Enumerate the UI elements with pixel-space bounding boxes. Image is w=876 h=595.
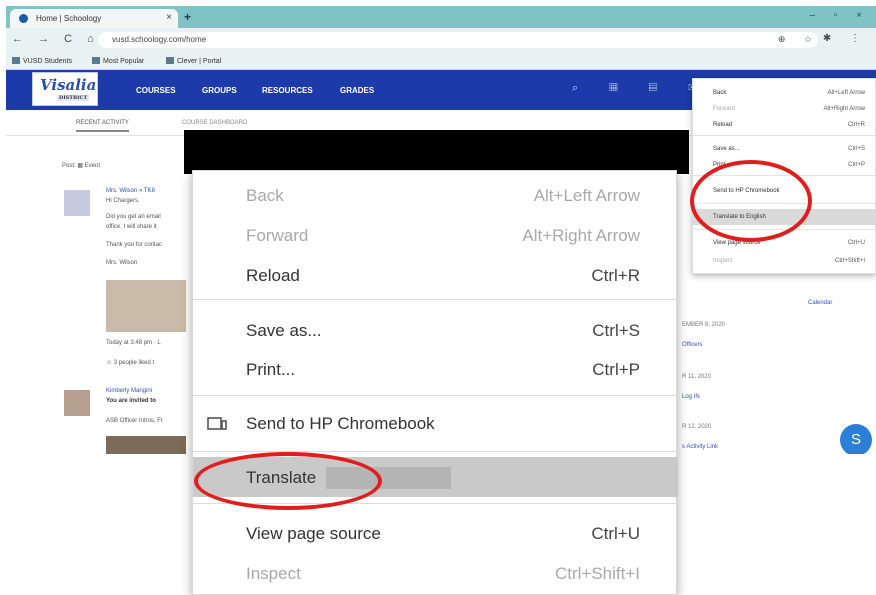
logo-subtitle: DISTRICT xyxy=(57,95,90,101)
tab-course-dashboard[interactable]: COURSE DASHBOARD xyxy=(182,120,247,126)
district-logo[interactable]: Visalia DISTRICT xyxy=(32,72,98,106)
nav-resources[interactable]: RESOURCES xyxy=(262,86,313,95)
tab-close-icon[interactable]: × xyxy=(166,12,172,23)
cast-icon xyxy=(207,417,227,430)
feed-text: You are invited to xyxy=(106,398,156,404)
annotation-circle-large xyxy=(194,452,382,510)
nav-buttons[interactable]: ← → C ⌂ xyxy=(12,33,100,45)
tab-strip: Home | Schoology × + – ▫ × xyxy=(6,6,876,28)
tab-home-schoology[interactable]: Home | Schoology × xyxy=(10,9,178,28)
context-menu: Back Alt+Left Arrow Forward Alt+Right Arro… xyxy=(192,170,678,595)
post-type-row[interactable]: Post: ▦ Event xyxy=(62,162,100,169)
feed-text: ASB Officer Intros, Fr xyxy=(106,418,163,424)
bookmark-item[interactable]: VUSD Students xyxy=(12,57,72,65)
likes-count[interactable]: ☺ 3 people liked t xyxy=(106,360,154,366)
schoology-favicon-icon xyxy=(19,14,28,23)
event-date: R 12, 2020 xyxy=(682,424,712,430)
event-date: EMBER 8, 2020 xyxy=(682,322,726,328)
post-author[interactable]: Mrs. Wilson » TK8 xyxy=(106,188,155,194)
bookmark-icon xyxy=(92,57,100,64)
bookmarks-bar: VUSD Students Most Popular Clever | Port… xyxy=(6,52,876,70)
screenshot-composite: Home | Schoology × + – ▫ × ← → C ⌂ vusd.… xyxy=(0,0,876,595)
event-date: R 11, 2020 xyxy=(682,374,711,380)
menu-item-save-as[interactable]: Save as... Ctrl+S xyxy=(193,310,678,350)
nav-grades[interactable]: GRADES xyxy=(340,86,374,95)
menu-item-view-source[interactable]: View page source Ctrl+U xyxy=(193,513,678,553)
menu-item-inspect[interactable]: Inspect Ctrl+Shift+I xyxy=(193,553,678,593)
menu-item-reload[interactable]: Reload Ctrl+R xyxy=(193,255,678,295)
small-menu-view-source[interactable]: View page source Ctrl+U xyxy=(693,235,876,251)
post-photo[interactable] xyxy=(106,280,186,332)
event-link[interactable]: s Activity Link xyxy=(682,444,718,450)
upcoming-sidebar: Calendar EMBER 8, 2020 Officers R 11, 20… xyxy=(674,284,850,454)
calendar-link[interactable]: Calendar xyxy=(808,300,832,306)
annotation-circle-small xyxy=(690,160,812,242)
feed-text: Hi Chargers, xyxy=(106,198,140,204)
toolbar-menu-icons[interactable]: ✱ ⋮ xyxy=(823,33,868,44)
activity-feed: Post: ▦ Event Mrs. Wilson » TK8 Hi Charg… xyxy=(60,146,190,454)
post-author[interactable]: Kimberly Mangini xyxy=(106,388,152,394)
menu-item-forward[interactable]: Forward Alt+Right Arrow xyxy=(193,215,678,255)
menu-separator xyxy=(193,299,678,300)
feed-text: Mrs. Wilson xyxy=(106,260,138,266)
bookmark-icon xyxy=(166,57,174,64)
feed-text: office. I will share it xyxy=(106,224,157,230)
new-tab-button[interactable]: + xyxy=(184,10,191,24)
menu-separator xyxy=(193,395,678,396)
dark-banner xyxy=(184,130,689,174)
window-controls[interactable]: – ▫ × xyxy=(809,10,870,21)
menu-item-print[interactable]: Print... Ctrl+P xyxy=(193,349,678,389)
omnibox-icons[interactable]: ⊕ ☆ xyxy=(778,34,820,45)
bookmark-item[interactable]: Clever | Portal xyxy=(166,57,221,65)
feed-text: Thank you for contac xyxy=(106,242,163,248)
small-menu-save-as[interactable]: Save as... Ctrl+S xyxy=(693,141,876,157)
small-menu-back[interactable]: Back Alt+Left Arrow xyxy=(693,85,876,101)
nav-courses[interactable]: COURSES xyxy=(136,86,176,95)
menu-separator xyxy=(693,135,876,136)
event-link[interactable]: Officers xyxy=(682,342,703,348)
avatar[interactable] xyxy=(64,190,90,216)
address-bar[interactable]: vusd.schoology.com/home xyxy=(98,32,818,48)
url-text: vusd.schoology.com/home xyxy=(112,35,207,44)
user-avatar[interactable]: S xyxy=(840,424,872,454)
event-link[interactable]: Log IN xyxy=(682,394,700,400)
bookmark-item[interactable]: Most Popular xyxy=(92,57,144,65)
small-menu-reload[interactable]: Reload Ctrl+R xyxy=(693,117,876,133)
post-timestamp: Today at 3:48 pm · L xyxy=(106,340,161,346)
menu-item-send-to-device[interactable]: Send to HP Chromebook xyxy=(193,403,678,443)
tab-title: Home | Schoology xyxy=(36,14,102,23)
avatar[interactable] xyxy=(64,390,90,416)
browser-toolbar: ← → C ⌂ vusd.schoology.com/home ⊕ ☆ ✱ ⋮ xyxy=(6,28,876,52)
feed-text: Did you get an email xyxy=(106,214,161,220)
post-photo[interactable] xyxy=(106,436,186,454)
bookmark-icon xyxy=(12,57,20,64)
small-menu-inspect[interactable]: Inspect Ctrl+Shift+I xyxy=(693,253,876,269)
header-icons[interactable]: ⌕ ▦ ▤ ✉ xyxy=(572,82,710,95)
menu-item-back[interactable]: Back Alt+Left Arrow xyxy=(193,175,678,215)
nav-groups[interactable]: GROUPS xyxy=(202,86,237,95)
small-menu-forward[interactable]: Forward Alt+Right Arrow xyxy=(693,101,876,117)
tab-recent-activity[interactable]: RECENT ACTIVITY xyxy=(76,120,129,132)
